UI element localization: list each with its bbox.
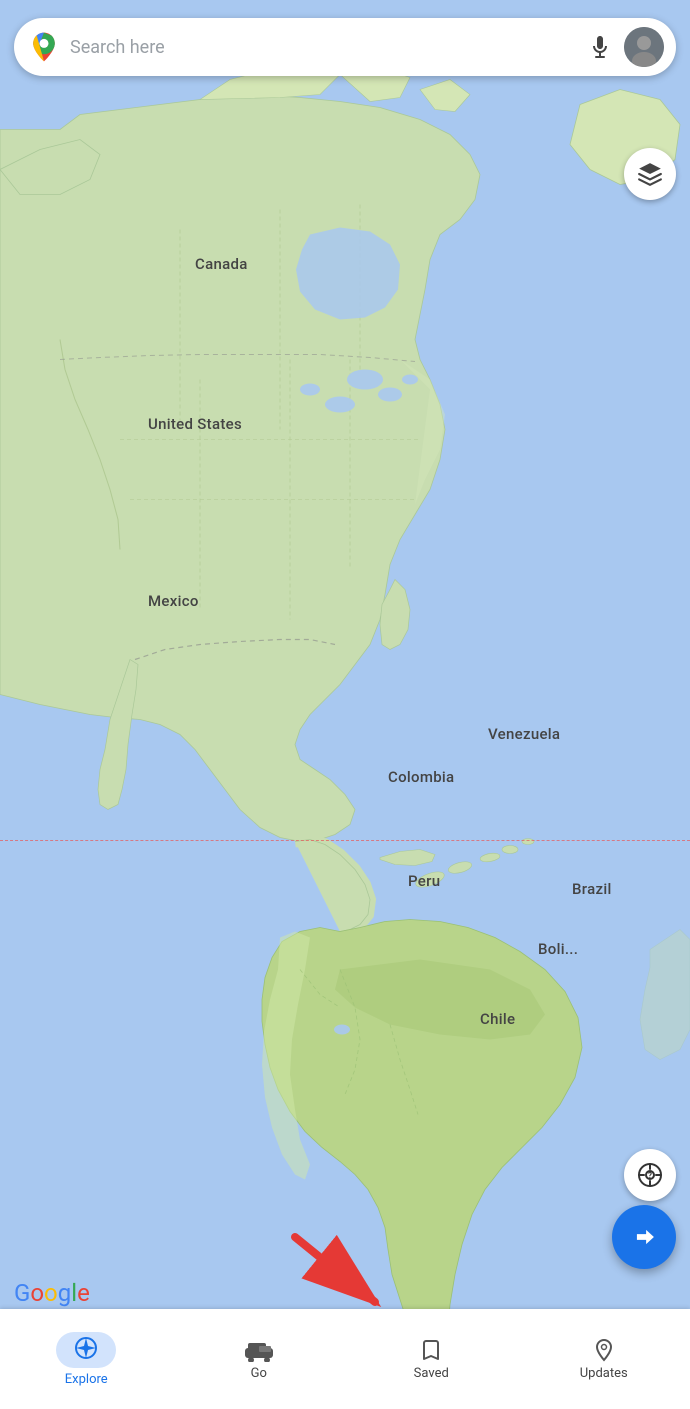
tab-updates[interactable]: Updates [518, 1328, 690, 1391]
directions-fab[interactable] [612, 1205, 676, 1269]
mic-icon[interactable] [584, 31, 616, 63]
google-logo: Google [14, 1279, 90, 1307]
explore-icon-wrapper [56, 1332, 116, 1368]
explore-icon [74, 1336, 98, 1360]
saved-icon [419, 1338, 443, 1362]
updates-icon [592, 1338, 616, 1362]
tab-saved[interactable]: Saved [345, 1328, 518, 1391]
svg-text:?: ? [648, 1171, 652, 1180]
saved-label: Saved [414, 1366, 449, 1381]
layers-button[interactable] [624, 148, 676, 200]
updates-label: Updates [580, 1366, 628, 1381]
google-maps-icon [26, 29, 62, 65]
locate-button[interactable]: ? [624, 1149, 676, 1201]
search-bar[interactable]: Search here [14, 18, 676, 76]
go-label: Go [251, 1366, 267, 1381]
equator-line [0, 840, 690, 841]
explore-label: Explore [65, 1372, 108, 1387]
map-background[interactable]: Canada United States Mexico Venezuela Co… [0, 0, 690, 1409]
tab-explore[interactable]: Explore [0, 1322, 173, 1397]
search-input[interactable]: Search here [70, 37, 584, 58]
tab-go[interactable]: Go [173, 1328, 346, 1391]
avatar[interactable] [624, 27, 664, 67]
bottom-nav: Explore Go Saved Updates [0, 1309, 690, 1409]
go-icon [243, 1338, 275, 1362]
